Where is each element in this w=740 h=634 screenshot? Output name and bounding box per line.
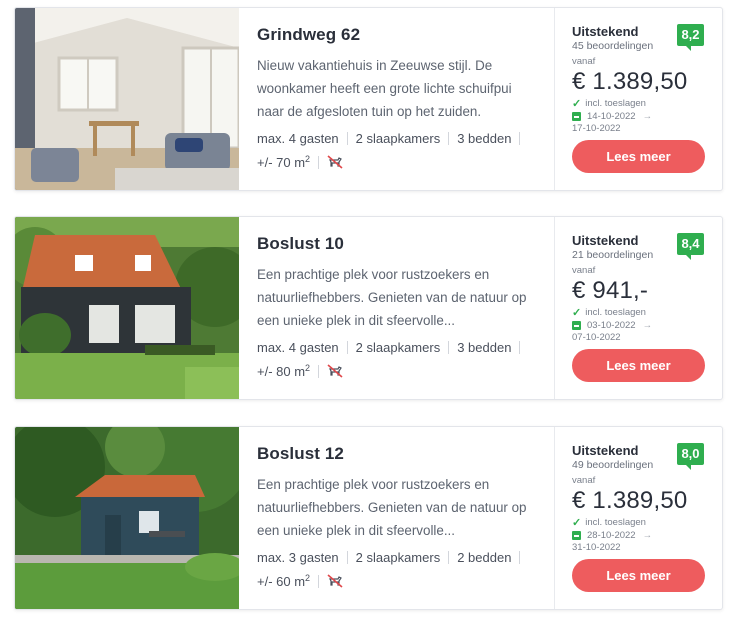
- listing-photo[interactable]: [15, 8, 239, 190]
- divider: [346, 551, 348, 564]
- area-unit-sup: 2: [305, 573, 311, 583]
- listing-title[interactable]: Grindweg 62: [257, 25, 536, 45]
- divider: [519, 551, 521, 564]
- no-pets-icon: [327, 364, 343, 378]
- score-badge: 8,0: [677, 443, 704, 470]
- price-amount: € 1.389,50: [572, 487, 688, 514]
- area-unit-sup: 2: [305, 154, 311, 164]
- guests-spec: max. 4 gasten: [257, 340, 339, 355]
- incl-row: ✓ incl. toeslagen: [572, 97, 705, 110]
- listing-card[interactable]: Grindweg 62 Nieuw vakantiehuis in Zeeuws…: [14, 7, 723, 191]
- date-to: 31-10-2022: [572, 542, 621, 553]
- area-value: +/- 80 m: [257, 364, 306, 379]
- area-value: +/- 70 m: [257, 155, 306, 170]
- from-label: vanaf: [572, 475, 596, 486]
- listing-title[interactable]: Boslust 10: [257, 234, 536, 254]
- score-badge: 8,2: [677, 24, 704, 51]
- listing-description: Een prachtige plek voor rustzoekers en n…: [257, 477, 527, 538]
- calendar-icon: [572, 531, 581, 540]
- incl-row: ✓ incl. toeslagen: [572, 306, 705, 319]
- listing-info: Grindweg 62 Nieuw vakantiehuis in Zeeuws…: [239, 8, 555, 190]
- divider: [519, 341, 521, 354]
- guests-spec: max. 3 gasten: [257, 550, 339, 565]
- listing-photo[interactable]: [15, 427, 239, 609]
- date-from: 14-10-2022: [587, 111, 636, 122]
- incl-row: ✓ incl. toeslagen: [572, 516, 705, 529]
- beds-spec: 2 bedden: [457, 550, 512, 565]
- listing-title[interactable]: Boslust 12: [257, 444, 536, 464]
- score-badge: 8,4: [677, 233, 704, 260]
- no-pets-icon: [327, 574, 343, 588]
- date-row: 28-10-2022 →: [572, 530, 705, 541]
- check-icon: ✓: [572, 98, 582, 110]
- arrow-right-icon: →: [642, 320, 653, 331]
- beds-spec: 3 bedden: [457, 131, 512, 146]
- arrow-right-icon: →: [642, 111, 653, 122]
- area-unit-sup: 2: [305, 363, 311, 373]
- divider: [519, 132, 521, 145]
- divider: [346, 132, 348, 145]
- bedrooms-spec: 2 slaapkamers: [355, 550, 441, 565]
- area-spec: +/- 80 m2: [257, 363, 311, 379]
- from-label: vanaf: [572, 265, 596, 276]
- cottage-photo: [15, 217, 239, 399]
- divider: [448, 341, 450, 354]
- area-spec: +/- 60 m2: [257, 573, 311, 589]
- date-row: 14-10-2022 →: [572, 111, 705, 122]
- guests-spec: max. 4 gasten: [257, 131, 339, 146]
- date-from: 28-10-2022: [587, 530, 636, 541]
- bedrooms-spec: 2 slaapkamers: [355, 340, 441, 355]
- date-row: 03-10-2022 →: [572, 320, 705, 331]
- beds-spec: 3 bedden: [457, 340, 512, 355]
- incl-text: incl. toeslagen: [585, 517, 646, 528]
- listing-specs: max. 4 gasten 2 slaapkamers 3 bedden +/- 70…: [257, 129, 536, 173]
- price-amount: € 1.389,50: [572, 68, 688, 95]
- divider: [318, 575, 320, 588]
- listing-specs: max. 3 gasten 2 slaapkamers 2 bedden +/- 60…: [257, 548, 536, 592]
- listing-card[interactable]: Boslust 10 Een prachtige plek voor rustz…: [14, 216, 723, 400]
- price-panel: Uitstekend 21 beoordelingen 8,4 vanaf € …: [555, 217, 722, 399]
- check-icon: ✓: [572, 517, 582, 529]
- listing-info: Boslust 12 Een prachtige plek voor rustz…: [239, 427, 555, 609]
- arrow-right-icon: →: [642, 530, 653, 541]
- listing-description: Een prachtige plek voor rustzoekers en n…: [257, 267, 527, 328]
- listing-card[interactable]: Boslust 12 Een prachtige plek voor rustz…: [14, 426, 723, 610]
- date-to: 17-10-2022: [572, 123, 621, 134]
- incl-text: incl. toeslagen: [585, 98, 646, 109]
- bedrooms-spec: 2 slaapkamers: [355, 131, 441, 146]
- listing-specs: max. 4 gasten 2 slaapkamers 3 bedden +/- 80…: [257, 338, 536, 382]
- listing-info: Boslust 10 Een prachtige plek voor rustz…: [239, 217, 555, 399]
- divider: [318, 365, 320, 378]
- calendar-icon: [572, 321, 581, 330]
- price-panel: Uitstekend 45 beoordelingen 8,2 vanaf € …: [555, 8, 722, 190]
- date-from: 03-10-2022: [587, 320, 636, 331]
- incl-text: incl. toeslagen: [585, 307, 646, 318]
- date-to: 07-10-2022: [572, 332, 621, 343]
- divider: [318, 156, 320, 169]
- from-label: vanaf: [572, 56, 596, 67]
- calendar-icon: [572, 112, 581, 121]
- divider: [346, 341, 348, 354]
- area-spec: +/- 70 m2: [257, 154, 311, 170]
- divider: [448, 551, 450, 564]
- listing-description: Nieuw vakantiehuis in Zeeuwse stijl. De …: [257, 58, 512, 119]
- listing-photo[interactable]: [15, 217, 239, 399]
- price-panel: Uitstekend 49 beoordelingen 8,0 vanaf € …: [555, 427, 722, 609]
- read-more-button[interactable]: Lees meer: [572, 349, 705, 382]
- interior-photo: [15, 8, 239, 190]
- cabin-photo: [15, 427, 239, 609]
- divider: [448, 132, 450, 145]
- no-pets-icon: [327, 155, 343, 169]
- read-more-button[interactable]: Lees meer: [572, 559, 705, 592]
- read-more-button[interactable]: Lees meer: [572, 140, 705, 173]
- check-icon: ✓: [572, 307, 582, 319]
- price-amount: € 941,-: [572, 277, 649, 304]
- area-value: +/- 60 m: [257, 574, 306, 589]
